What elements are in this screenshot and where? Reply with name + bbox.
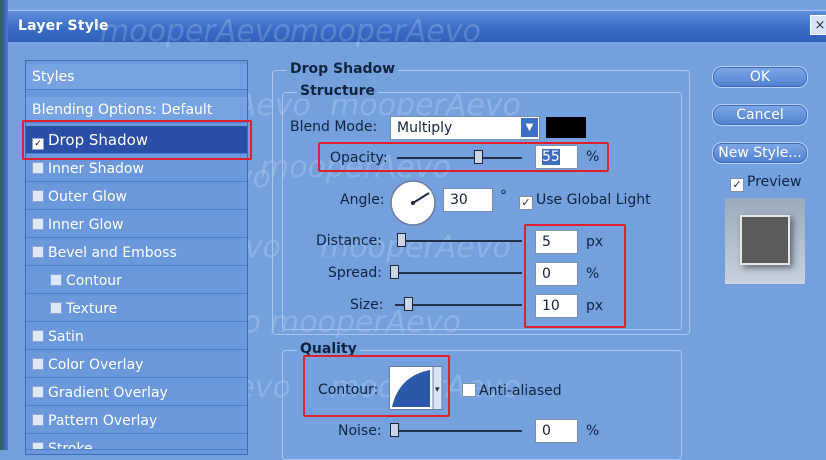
inner-glow-label: Inner Glow	[48, 217, 124, 233]
preview-swatch	[740, 215, 790, 265]
spread-slider-track[interactable]	[390, 272, 522, 274]
distance-slider-track[interactable]	[397, 240, 522, 242]
checkmark-icon: ✓	[730, 178, 744, 192]
styles-header-label: Styles	[32, 69, 75, 85]
pattern-overlay-checkbox[interactable]	[32, 414, 44, 426]
styles-item-inner-glow[interactable]: Inner Glow	[26, 212, 247, 238]
checkmark-icon: ✓	[519, 196, 533, 210]
drop-shadow-title: Drop Shadow	[287, 61, 399, 77]
inner-shadow-checkbox[interactable]	[32, 162, 44, 174]
cancel-button[interactable]: Cancel	[712, 104, 808, 126]
texture-label: Texture	[66, 301, 118, 317]
styles-item-stroke[interactable]: Stroke	[26, 436, 247, 450]
drop-shadow-highlight	[22, 120, 252, 160]
inner-shadow-label: Inner Shadow	[48, 161, 144, 177]
distance-slider-thumb[interactable]	[397, 233, 406, 247]
use-global-light-label: Use Global Light	[536, 192, 651, 208]
size-slider-thumb[interactable]	[404, 297, 413, 311]
styles-item-satin[interactable]: Satin	[26, 324, 247, 350]
size-label: Size:	[350, 297, 384, 313]
angle-value: 30	[450, 192, 468, 208]
noise-unit: %	[586, 423, 600, 439]
preview-box	[725, 198, 805, 284]
styles-item-gradient-overlay[interactable]: Gradient Overlay	[26, 380, 247, 406]
checkbox-icon	[462, 383, 476, 397]
use-global-light-checkbox[interactable]: ✓ Use Global Light	[519, 192, 651, 210]
distance-label: Distance:	[316, 233, 382, 249]
gradient-overlay-label: Gradient Overlay	[48, 385, 168, 401]
blend-mode-select[interactable]: Multiply	[390, 116, 540, 140]
blend-mode-value: Multiply	[397, 120, 453, 136]
structure-title: Structure	[297, 83, 379, 99]
spread-label: Spread:	[328, 265, 383, 281]
contour-label: Contour	[66, 273, 122, 289]
preview-checkbox[interactable]: ✓ Preview	[730, 174, 802, 192]
stroke-checkbox[interactable]	[32, 442, 44, 449]
close-button[interactable]: ×	[810, 15, 826, 35]
color-overlay-checkbox[interactable]	[32, 358, 44, 370]
anti-aliased-label: Anti-aliased	[479, 383, 562, 399]
styles-item-contour[interactable]: Contour	[26, 268, 247, 294]
styles-header[interactable]: Styles	[26, 64, 247, 90]
noise-slider-track[interactable]	[390, 430, 522, 432]
styles-item-texture[interactable]: Texture	[26, 296, 247, 322]
outer-glow-label: Outer Glow	[48, 189, 127, 205]
desktop-edge	[0, 0, 8, 450]
pattern-overlay-label: Pattern Overlay	[48, 413, 158, 429]
stroke-label: Stroke	[48, 441, 93, 450]
styles-item-color-overlay[interactable]: Color Overlay	[26, 352, 247, 378]
noise-field[interactable]: 0	[535, 419, 578, 443]
values-highlight	[524, 224, 626, 328]
contour-checkbox[interactable]	[50, 274, 62, 286]
satin-label: Satin	[48, 329, 84, 345]
noise-value: 0	[542, 423, 551, 439]
bevel-emboss-label: Bevel and Emboss	[48, 245, 177, 261]
blending-options-label: Blending Options: Default	[32, 102, 213, 118]
bevel-emboss-checkbox[interactable]	[32, 246, 44, 258]
color-overlay-label: Color Overlay	[48, 357, 144, 373]
chevron-down-icon[interactable]: ▼	[520, 117, 539, 138]
size-slider-track[interactable]	[395, 304, 522, 306]
blend-mode-label: Blend Mode:	[290, 119, 378, 135]
styles-item-pattern-overlay[interactable]: Pattern Overlay	[26, 408, 247, 434]
angle-unit: °	[500, 188, 507, 204]
shadow-color-swatch[interactable]	[546, 117, 586, 138]
noise-slider-thumb[interactable]	[390, 423, 399, 437]
gradient-overlay-checkbox[interactable]	[32, 386, 44, 398]
ok-button[interactable]: OK	[712, 66, 808, 88]
spread-slider-thumb[interactable]	[390, 265, 399, 279]
outer-glow-checkbox[interactable]	[32, 190, 44, 202]
styles-item-outer-glow[interactable]: Outer Glow	[26, 184, 247, 210]
anti-aliased-checkbox[interactable]: Anti-aliased	[462, 383, 562, 399]
inner-glow-checkbox[interactable]	[32, 218, 44, 230]
new-style-button[interactable]: New Style...	[712, 142, 808, 164]
title-bar	[8, 10, 826, 43]
texture-checkbox[interactable]	[50, 302, 62, 314]
contour-highlight	[303, 355, 450, 417]
angle-dial[interactable]	[389, 179, 437, 227]
window-title: Layer Style	[18, 18, 109, 34]
noise-label: Noise:	[338, 423, 382, 439]
satin-checkbox[interactable]	[32, 330, 44, 342]
angle-label: Angle:	[340, 192, 385, 208]
styles-item-bevel-emboss[interactable]: Bevel and Emboss	[26, 240, 247, 266]
opacity-highlight	[318, 142, 609, 172]
angle-field[interactable]: 30	[443, 188, 493, 212]
preview-label: Preview	[747, 174, 802, 190]
